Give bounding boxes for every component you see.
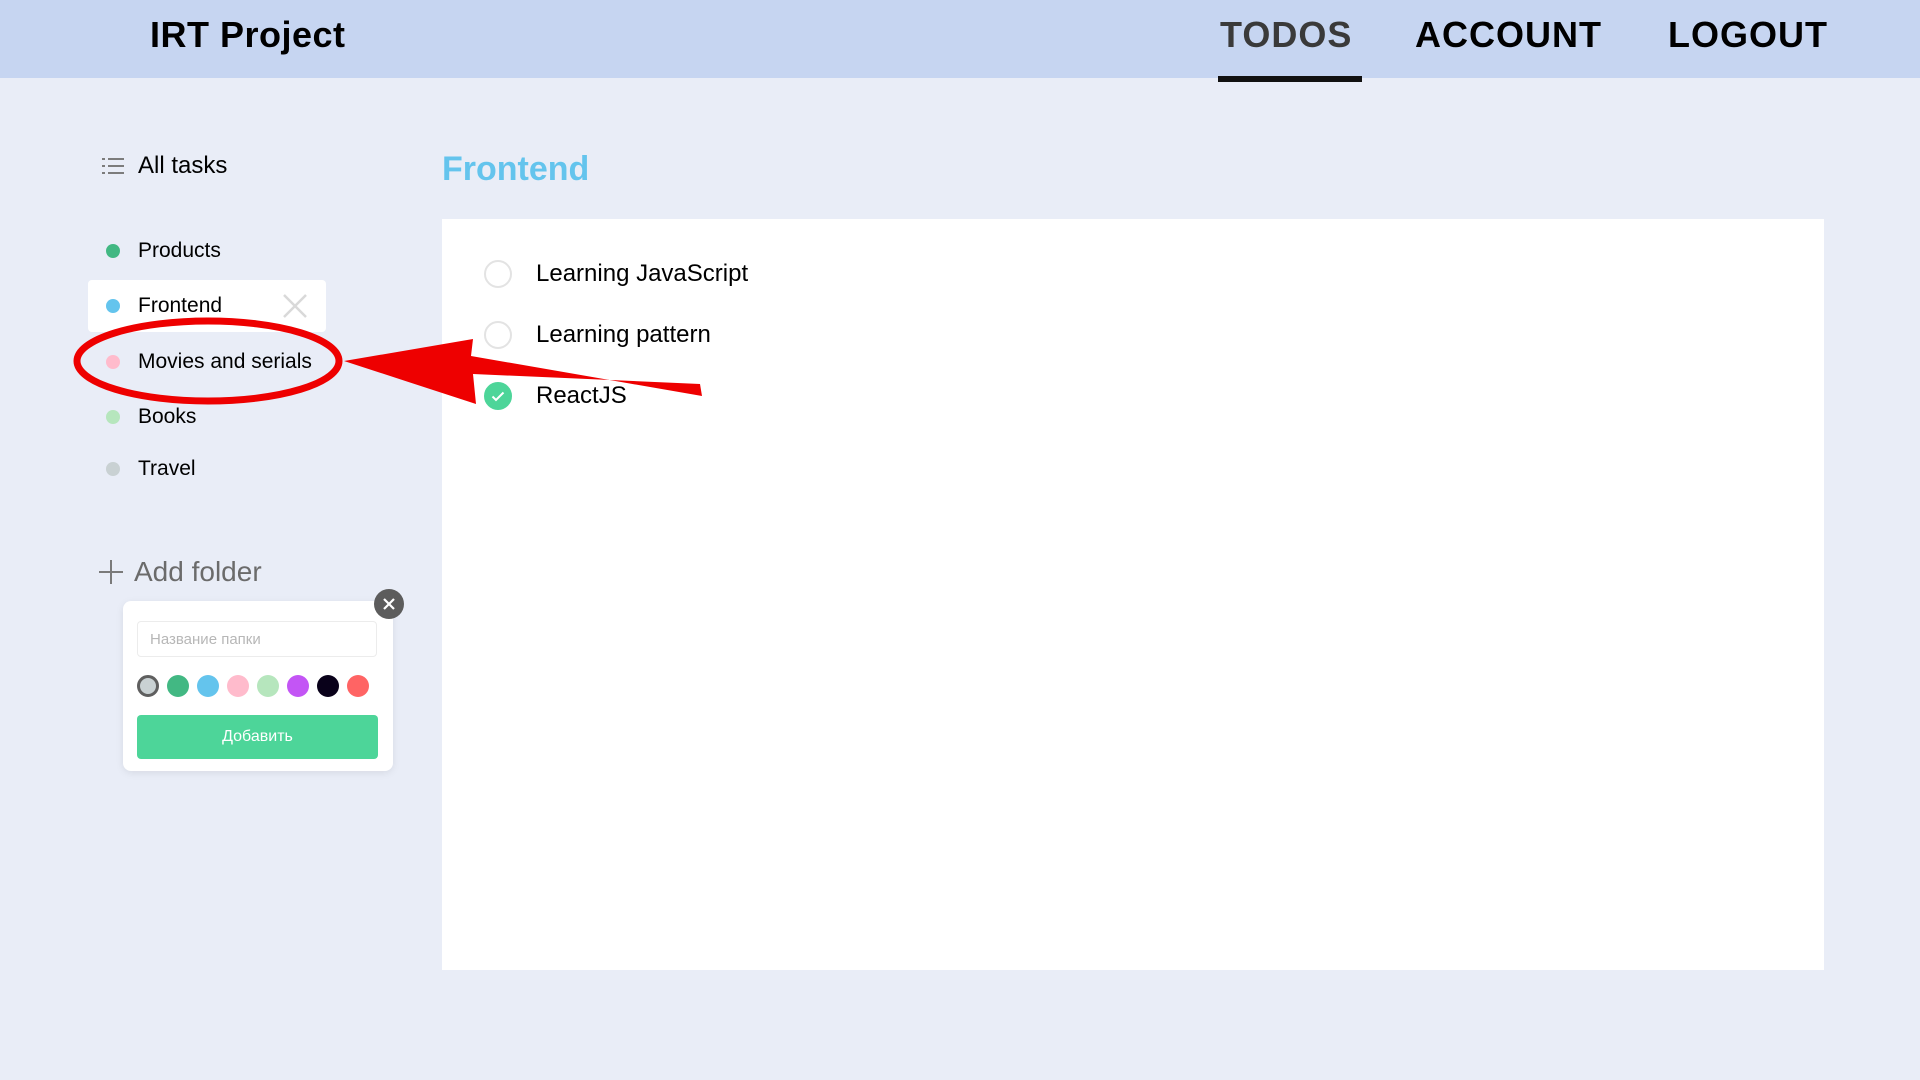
sidebar-folder-books[interactable]: Books (88, 391, 326, 443)
close-icon (383, 598, 395, 610)
color-swatch-green[interactable] (167, 675, 189, 697)
folder-color-dot (106, 410, 120, 424)
remove-folder-icon[interactable] (282, 293, 308, 319)
color-swatch-red[interactable] (347, 675, 369, 697)
folder-label: Books (138, 405, 197, 428)
folder-color-dot (106, 299, 120, 313)
color-swatch-grey[interactable] (137, 675, 159, 697)
add-folder-button[interactable]: Add folder (98, 556, 262, 588)
task-checkbox[interactable] (484, 321, 512, 349)
task-item[interactable]: ReactJS (484, 382, 627, 410)
check-icon (491, 391, 505, 401)
task-checkbox-checked[interactable] (484, 382, 512, 410)
color-swatch-black[interactable] (317, 675, 339, 697)
folder-label: Travel (138, 457, 196, 480)
app-title: IRT Project (150, 14, 346, 55)
folder-label: Products (138, 239, 221, 262)
list-icon (102, 158, 124, 174)
sidebar-folder-frontend[interactable]: Frontend (88, 280, 326, 332)
nav-account-link[interactable]: ACCOUNT (1415, 14, 1602, 56)
color-swatch-light-green[interactable] (257, 675, 279, 697)
active-nav-indicator (1218, 76, 1362, 82)
top-navigation-bar: IRT Project TODOS ACCOUNT LOGOUT (0, 0, 1920, 78)
task-item[interactable]: Learning pattern (484, 321, 711, 349)
nav-logout-link[interactable]: LOGOUT (1668, 14, 1828, 56)
nav-todos-link[interactable]: TODOS (1220, 14, 1352, 56)
folder-title: Frontend (442, 150, 590, 188)
close-popup-button[interactable] (374, 589, 404, 619)
folder-label: Frontend (138, 294, 223, 317)
folder-name-input[interactable] (137, 621, 377, 657)
color-picker (137, 675, 369, 697)
sidebar-folder-travel[interactable]: Travel (88, 443, 326, 495)
folder-color-dot (106, 244, 120, 258)
sidebar-folder-movies-and-serials[interactable]: Movies and serials (88, 336, 326, 388)
task-text: Learning JavaScript (536, 260, 749, 287)
all-tasks-item[interactable]: All tasks (102, 152, 227, 180)
task-item[interactable]: Learning JavaScript (484, 260, 748, 288)
folder-label: Movies and serials (138, 350, 312, 373)
task-text: Learning pattern (536, 321, 711, 348)
add-folder-popup: Добавить (123, 601, 393, 771)
sidebar-folder-products[interactable]: Products (88, 225, 326, 277)
task-checkbox[interactable] (484, 260, 512, 288)
color-swatch-pink[interactable] (227, 675, 249, 697)
plus-icon (99, 560, 123, 584)
color-swatch-purple[interactable] (287, 675, 309, 697)
add-folder-label: Add folder (134, 556, 262, 587)
color-swatch-blue[interactable] (197, 675, 219, 697)
add-folder-submit-button[interactable]: Добавить (137, 715, 378, 759)
task-text: ReactJS (536, 382, 627, 409)
folder-color-dot (106, 355, 120, 369)
folder-color-dot (106, 462, 120, 476)
all-tasks-label: All tasks (138, 152, 228, 179)
